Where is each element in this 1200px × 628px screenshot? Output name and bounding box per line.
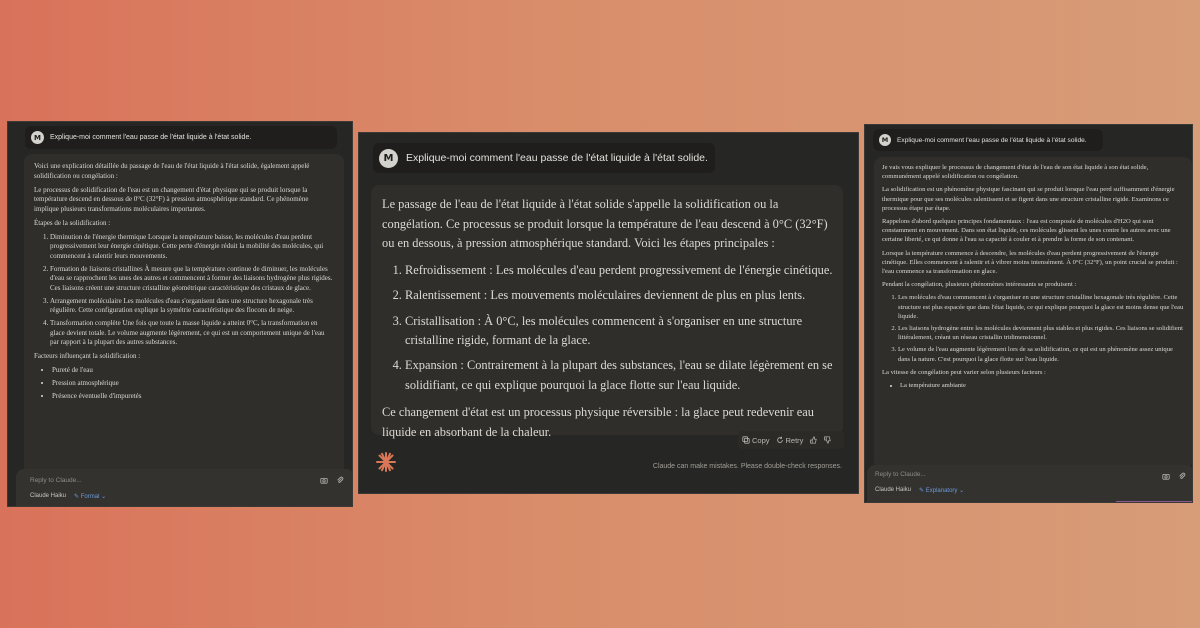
factors-heading: Facteurs influençant la solidification : bbox=[34, 352, 141, 361]
disclaimer-text: Claude can make mistakes. Please double-… bbox=[652, 463, 842, 470]
response-intro: Je vais vous expliquer le processus de c… bbox=[882, 164, 1149, 181]
style-icon: ✎ bbox=[74, 494, 81, 500]
steps-heading: Étapes de la solidification : bbox=[34, 218, 111, 227]
model-selector[interactable]: Claude Haiku bbox=[30, 493, 66, 500]
list-item: Pression atmosphérique bbox=[52, 379, 334, 389]
retry-icon bbox=[776, 436, 783, 443]
style-label: Explanatory bbox=[925, 488, 958, 494]
attach-icon[interactable] bbox=[336, 475, 344, 484]
list-item: Formation de liaisons cristallines À mes… bbox=[50, 265, 334, 294]
user-avatar: M bbox=[379, 148, 398, 168]
factors-list: La température ambiante bbox=[882, 381, 1184, 390]
response-paragraph: Pendant la congélation, plusieurs phénom… bbox=[882, 281, 1077, 289]
list-item: Présence éventuelle d'impuretés bbox=[52, 392, 334, 402]
user-prompt: Explique-moi comment l'eau passe de l'ét… bbox=[406, 152, 708, 164]
user-avatar: M bbox=[31, 131, 44, 144]
user-message: M Explique-moi comment l'eau passe de l'… bbox=[873, 129, 1103, 151]
user-message: M Explique-moi comment l'eau passe de l'… bbox=[373, 143, 715, 173]
composer-tools bbox=[1162, 471, 1186, 480]
chevron-down-icon: ⌄ bbox=[99, 494, 107, 500]
list-item: Les molécules d'eau commencent à s'organ… bbox=[898, 293, 1184, 321]
attach-icon[interactable] bbox=[1178, 471, 1186, 480]
steps-list: Diminution de l'énergie thermique Lorsqu… bbox=[34, 233, 334, 349]
list-item: Le volume de l'eau augmente légèrement l… bbox=[898, 345, 1184, 363]
user-avatar: M bbox=[879, 134, 891, 146]
chevron-down-icon: ⌄ bbox=[957, 488, 965, 494]
phenomena-list: Les molécules d'eau commencent à s'organ… bbox=[882, 293, 1184, 363]
chat-panel-formal: M Explique-moi comment l'eau passe de l'… bbox=[7, 121, 353, 507]
list-item: Les liaisons hydrogène entre les molécul… bbox=[898, 324, 1184, 342]
style-selector[interactable]: ✎ Formal ⌄ bbox=[74, 493, 106, 500]
steps-list: Refroidissement : Les molécules d'eau pe… bbox=[382, 261, 833, 395]
response-paragraph: Le processus de solidification de l'eau … bbox=[34, 185, 309, 213]
list-item: Pureté de l'eau bbox=[52, 366, 334, 376]
message-actions: Copy Retry bbox=[738, 431, 844, 449]
user-prompt: Explique-moi comment l'eau passe de l'ét… bbox=[897, 136, 1087, 144]
accent-bar bbox=[1116, 501, 1192, 502]
list-item: Diminution de l'énergie thermique Lorsqu… bbox=[50, 233, 334, 262]
list-item: Cristallisation : À 0°C, les molécules c… bbox=[405, 312, 833, 351]
thumbs-down-icon[interactable] bbox=[823, 436, 832, 444]
assistant-response: Voici une explication détaillée du passa… bbox=[24, 154, 344, 499]
response-intro: Voici une explication détaillée du passa… bbox=[34, 162, 310, 180]
assistant-response: Le passage de l'eau de l'état liquide à … bbox=[371, 185, 843, 439]
retry-label: Retry bbox=[785, 435, 804, 445]
assistant-response: Je vais vous expliquer le processus de c… bbox=[874, 157, 1192, 469]
retry-button[interactable]: Retry bbox=[776, 435, 804, 445]
chat-panel-normal: M Explique-moi comment l'eau passe de l'… bbox=[358, 132, 859, 494]
response-paragraph: Lorsque la température commence à descen… bbox=[882, 249, 1178, 276]
copy-button[interactable]: Copy bbox=[742, 436, 770, 445]
list-item: La température ambiante bbox=[900, 381, 1184, 390]
composer-tools bbox=[320, 475, 344, 484]
style-label: Formal bbox=[80, 494, 100, 500]
reply-composer[interactable]: Reply to Claude... Claude Haiku ✎ Explan… bbox=[867, 465, 1192, 502]
reply-input[interactable]: Reply to Claude... bbox=[30, 477, 82, 484]
list-item: Ralentissement : Les mouvements molécula… bbox=[405, 286, 833, 306]
copy-label: Copy bbox=[752, 435, 770, 445]
user-prompt: Explique-moi comment l'eau passe de l'ét… bbox=[50, 134, 252, 141]
response-paragraph: Rappelons d'abord quelques principes fon… bbox=[882, 218, 1171, 244]
style-icon: ✎ bbox=[919, 488, 926, 494]
claude-spark-icon bbox=[376, 452, 396, 472]
copy-icon bbox=[742, 436, 750, 444]
camera-icon[interactable] bbox=[320, 475, 328, 484]
camera-icon[interactable] bbox=[1162, 471, 1170, 480]
reply-composer[interactable]: Reply to Claude... Claude Haiku ✎ Formal… bbox=[16, 469, 352, 506]
factors-list: Pureté de l'eau Pression atmosphérique P… bbox=[34, 366, 334, 401]
model-row: Claude Haiku ✎ Formal ⌄ bbox=[30, 493, 106, 500]
list-item: Transformation complète Une fois que tou… bbox=[50, 319, 334, 348]
style-selector[interactable]: ✎ Explanatory ⌄ bbox=[919, 487, 964, 494]
response-paragraph: La vitesse de congélation peut varier se… bbox=[882, 368, 1046, 376]
list-item: Arrangement moléculaire Les molécules d'… bbox=[50, 297, 334, 316]
user-message: M Explique-moi comment l'eau passe de l'… bbox=[25, 126, 337, 149]
response-paragraph: La solidification est un phénomène physi… bbox=[882, 186, 1175, 212]
response-intro: Le passage de l'eau de l'état liquide à … bbox=[382, 197, 828, 251]
reply-input[interactable]: Reply to Claude... bbox=[875, 471, 926, 478]
model-selector[interactable]: Claude Haiku bbox=[875, 487, 911, 494]
chat-panel-explanatory: M Explique-moi comment l'eau passe de l'… bbox=[864, 124, 1193, 503]
model-row: Claude Haiku ✎ Explanatory ⌄ bbox=[875, 487, 964, 494]
list-item: Refroidissement : Les molécules d'eau pe… bbox=[405, 261, 833, 281]
thumbs-up-icon[interactable] bbox=[809, 436, 818, 444]
list-item: Expansion : Contrairement à la plupart d… bbox=[405, 356, 833, 395]
